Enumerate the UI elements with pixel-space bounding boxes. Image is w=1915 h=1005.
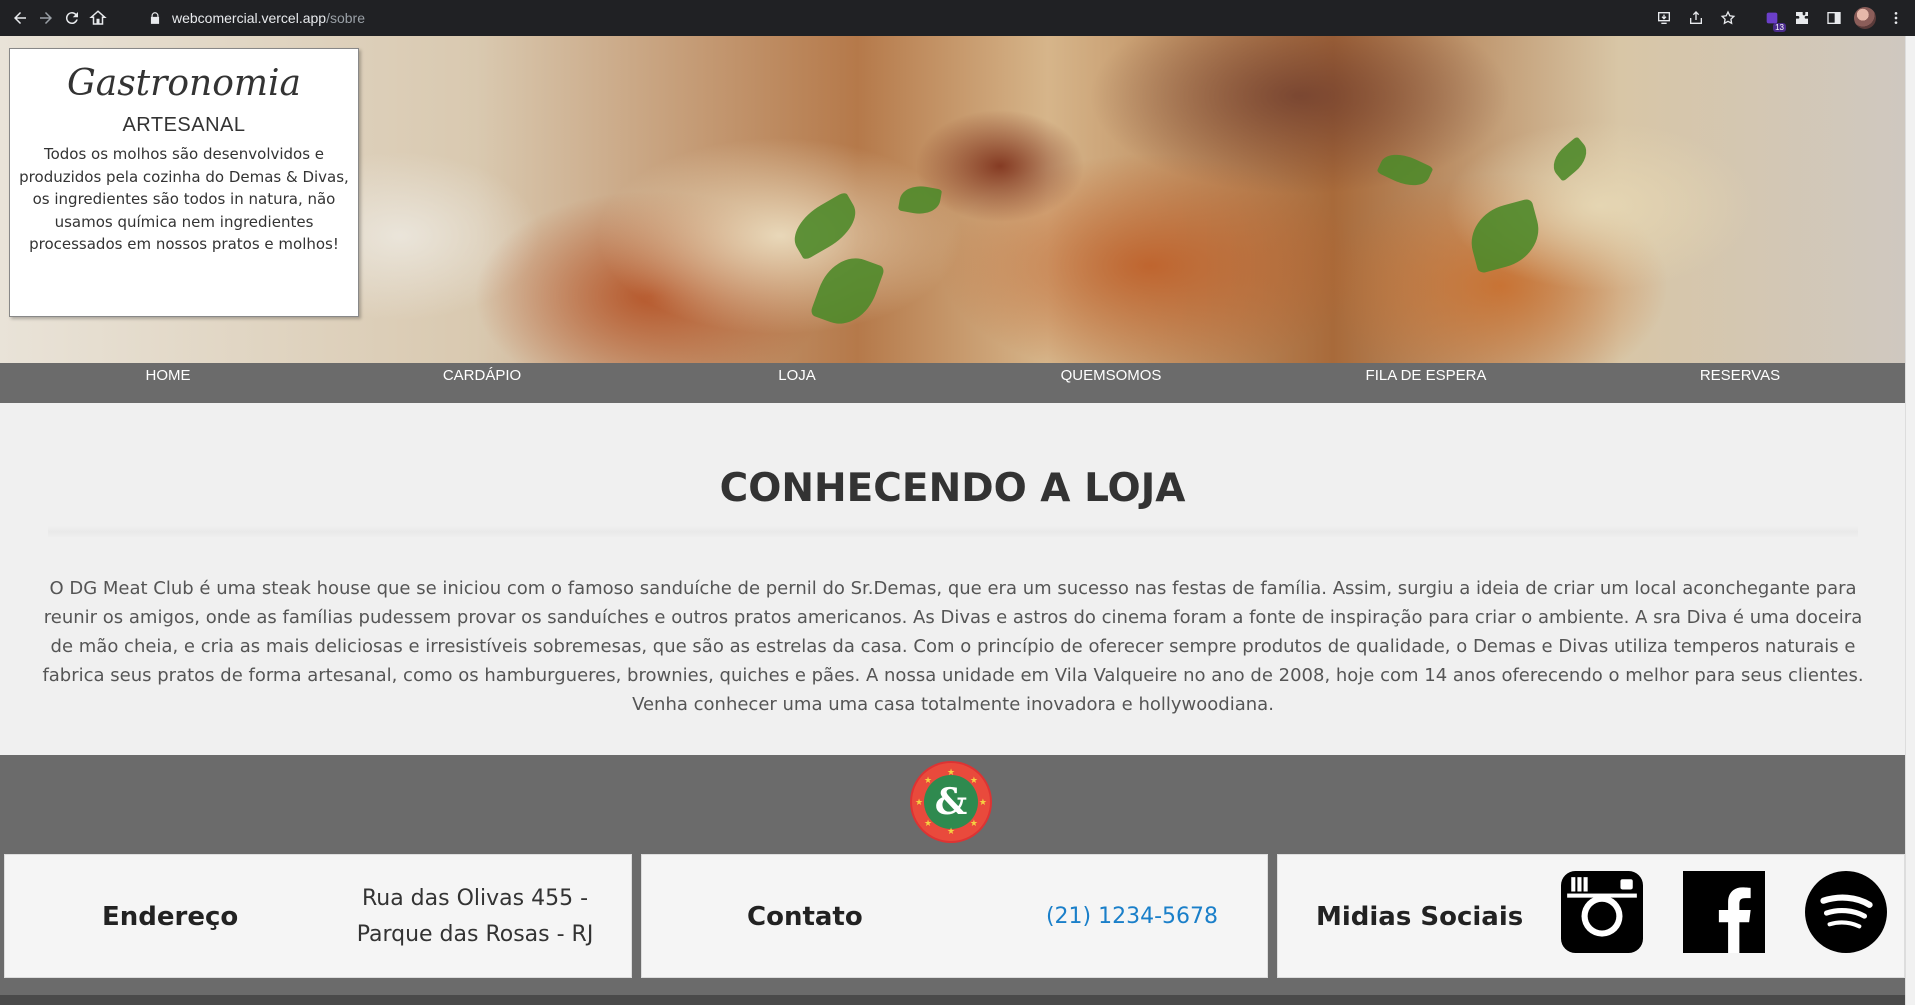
nav-item-home[interactable]: HOME (68, 363, 268, 403)
install-icon (1658, 12, 1670, 24)
puzzle-icon (1796, 12, 1808, 24)
title-divider (48, 526, 1858, 538)
side-panel-icon (1827, 12, 1841, 24)
hero-banner: Gastronomia ARTESANAL Todos os molhos sã… (0, 36, 1905, 363)
star-icon (1720, 10, 1736, 25)
extensions-menu-button[interactable] (1790, 6, 1814, 30)
star-icon: ★ (969, 818, 978, 828)
herb-decoration (784, 191, 866, 261)
herb-decoration (897, 182, 943, 218)
star-icon: ★ (924, 818, 933, 828)
contact-label: Contato (747, 902, 863, 932)
nav-item-reservas[interactable]: RESERVAS (1640, 363, 1840, 403)
browser-menu-button[interactable] (1884, 6, 1908, 30)
phone-link[interactable]: (21) 1234-5678 (1022, 855, 1242, 979)
instagram-icon[interactable] (1561, 871, 1643, 953)
social-card: Midias Sociais (1277, 854, 1905, 978)
install-app-button[interactable] (1652, 6, 1676, 30)
brand-logo[interactable]: ★ ★ ★ ★ ★ ★ ★ ★ & (912, 763, 990, 841)
facebook-icon[interactable] (1683, 871, 1765, 953)
back-button[interactable] (8, 6, 32, 30)
reload-button[interactable] (60, 6, 84, 30)
intro-subtitle: ARTESANAL (122, 114, 246, 136)
herb-decoration (1463, 197, 1547, 275)
extension-badge: 13 (1773, 23, 1786, 32)
nav-item-cardapio[interactable]: CARDÁPIO (382, 363, 582, 403)
address-value: Rua das Olivas 455 - Parque das Rosas - … (356, 886, 594, 947)
social-label: Midias Sociais (1316, 902, 1524, 932)
herb-decoration (1546, 136, 1594, 182)
intro-card: Gastronomia ARTESANAL Todos os molhos sã… (9, 48, 359, 317)
herb-decoration (1376, 146, 1434, 194)
main-nav: HOME CARDÁPIO LOJA QUEMSOMOS FILA DE ESP… (0, 363, 1905, 403)
url-path: /sobre (326, 10, 365, 26)
star-icon: ★ (915, 797, 924, 807)
herb-decoration (809, 248, 886, 334)
arrow-left-icon (14, 12, 26, 24)
nav-item-loja[interactable]: LOJA (697, 363, 897, 403)
nav-item-quemsomos[interactable]: QUEMSOMOS (1011, 363, 1211, 403)
star-icon: ★ (947, 826, 956, 836)
arrow-right-icon (40, 12, 52, 24)
intro-text: Todos os molhos são desenvolvidos e prod… (19, 145, 349, 253)
share-icon (1690, 11, 1702, 24)
footer-bottom-bar (0, 995, 1905, 1005)
contact-card: Contato (21) 1234-5678 (641, 854, 1268, 978)
side-panel-button[interactable] (1822, 6, 1846, 30)
reload-icon (65, 12, 78, 25)
page-scrollbar[interactable] (1905, 36, 1915, 1005)
home-button[interactable] (86, 6, 110, 30)
url-host: webcomercial.vercel.app (172, 10, 327, 26)
spotify-icon[interactable] (1805, 871, 1887, 953)
more-vertical-icon (1894, 12, 1898, 24)
profile-button[interactable] (1853, 6, 1877, 30)
page: Gastronomia ARTESANAL Todos os molhos sã… (0, 36, 1905, 1005)
share-button[interactable] (1684, 6, 1708, 30)
star-icon: ★ (978, 797, 987, 807)
forward-button[interactable] (34, 6, 58, 30)
browser-toolbar: webcomercial.vercel.app/sobre 13 (0, 0, 1915, 36)
home-icon (89, 10, 107, 25)
footer: ★ ★ ★ ★ ★ ★ ★ ★ & Endereço Rua das Oliva… (0, 755, 1905, 1005)
address-label: Endereço (102, 902, 239, 932)
avatar (1854, 7, 1876, 29)
extension-button[interactable]: 13 (1760, 6, 1786, 32)
nav-item-fila-de-espera[interactable]: FILA DE ESPERA (1326, 363, 1526, 403)
lock-icon (150, 12, 160, 24)
intro-title: Gastronomia (66, 63, 302, 104)
bookmark-button[interactable] (1716, 6, 1740, 30)
page-title: CONHECENDO A LOJA (719, 466, 1186, 511)
star-icon: ★ (969, 775, 978, 785)
star-icon: ★ (947, 767, 956, 777)
about-paragraph: O DG Meat Club é uma steak house que se … (42, 578, 1864, 715)
address-card: Endereço Rua das Olivas 455 - Parque das… (4, 854, 632, 978)
address-bar[interactable]: webcomercial.vercel.app/sobre (142, 4, 1600, 32)
star-icon: ★ (924, 775, 933, 785)
